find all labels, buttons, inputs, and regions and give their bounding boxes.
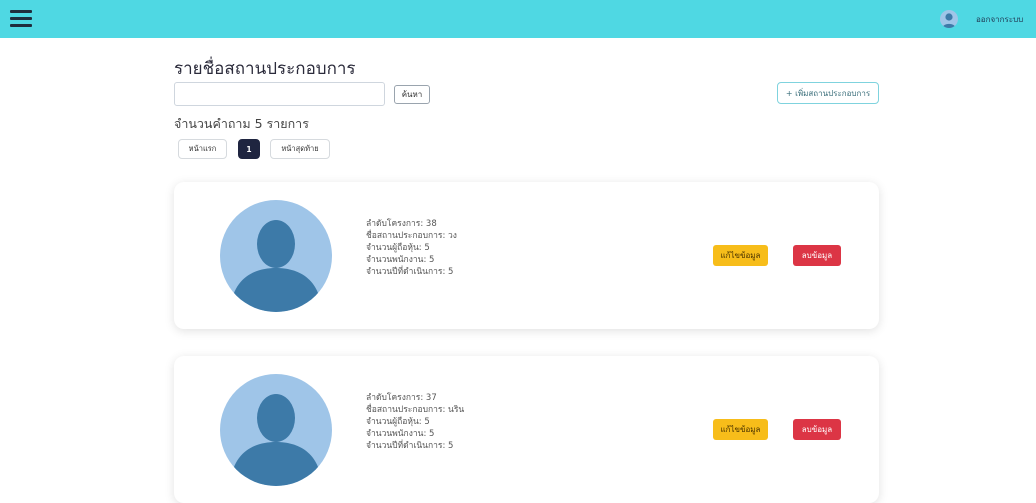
business-name: ชื่อสถานประกอบการ: วง	[366, 231, 457, 241]
pagination-last-button[interactable]: หน้าสุดท้าย	[270, 139, 330, 159]
hamburger-menu-icon[interactable]	[10, 8, 32, 28]
avatar-placeholder-icon	[220, 374, 332, 486]
years-operating: จำนวนปีที่ดำเนินการ: 5	[366, 267, 454, 277]
avatar-placeholder-icon	[220, 200, 332, 312]
years-operating: จำนวนปีที่ดำเนินการ: 5	[366, 441, 454, 451]
add-business-button[interactable]: + เพิ่มสถานประกอบการ	[777, 82, 879, 104]
business-info: ลำดับโครงการ: 37 ชื่อสถานประกอบการ: นริน…	[366, 392, 464, 452]
logout-link[interactable]: ออกจากระบบ	[976, 13, 1023, 26]
result-count: จำนวนคำถาม 5 รายการ	[174, 116, 309, 131]
delete-button[interactable]: ลบข้อมูล	[793, 245, 841, 266]
pagination-first-button[interactable]: หน้าแรก	[178, 139, 227, 159]
project-number: ลำดับโครงการ: 38	[366, 219, 437, 229]
page-title: รายชื่อสถานประกอบการ	[174, 59, 356, 79]
business-name: ชื่อสถานประกอบการ: นริน	[366, 405, 465, 415]
employee-count: จำนวนพนักงาน: 5	[366, 255, 435, 265]
edit-button[interactable]: แก้ไขข้อมูล	[713, 419, 768, 440]
business-card: ลำดับโครงการ: 37 ชื่อสถานประกอบการ: นริน…	[174, 356, 879, 503]
search-input[interactable]	[174, 82, 385, 106]
shareholder-count: จำนวนผู้ถือหุ้น: 5	[366, 417, 430, 427]
shareholder-count: จำนวนผู้ถือหุ้น: 5	[366, 243, 430, 253]
user-avatar-icon[interactable]	[940, 10, 958, 28]
top-navbar: ออกจากระบบ	[0, 0, 1036, 38]
project-number: ลำดับโครงการ: 37	[366, 393, 437, 403]
delete-button[interactable]: ลบข้อมูล	[793, 419, 841, 440]
business-card: ลำดับโครงการ: 38 ชื่อสถานประกอบการ: วง จ…	[174, 182, 879, 329]
edit-button[interactable]: แก้ไขข้อมูล	[713, 245, 768, 266]
pagination-page-button[interactable]: 1	[238, 139, 260, 159]
search-button[interactable]: ค้นหา	[394, 85, 430, 104]
business-info: ลำดับโครงการ: 38 ชื่อสถานประกอบการ: วง จ…	[366, 218, 457, 278]
employee-count: จำนวนพนักงาน: 5	[366, 429, 435, 439]
